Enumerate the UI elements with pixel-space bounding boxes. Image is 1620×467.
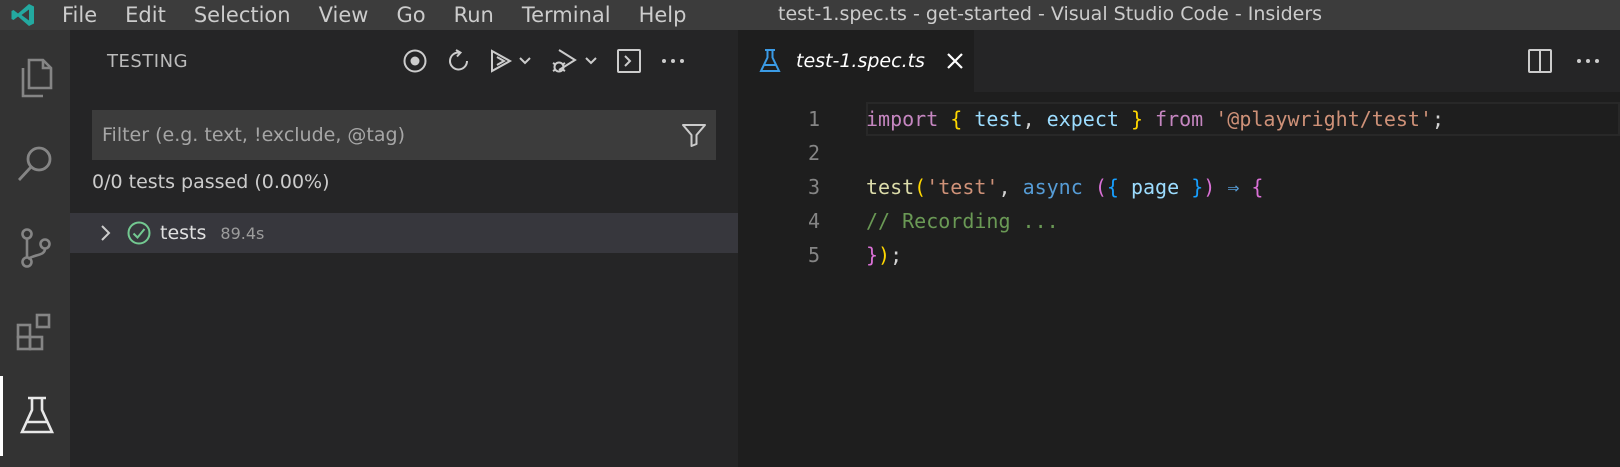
menu-go[interactable]: Go bbox=[382, 0, 439, 30]
menu-edit[interactable]: Edit bbox=[111, 0, 180, 30]
menu-view[interactable]: View bbox=[305, 0, 383, 30]
tree-item-duration: 89.4s bbox=[220, 223, 265, 243]
source-control-icon[interactable] bbox=[0, 208, 70, 288]
code-line: 1 import { test, expect } from '@playwri… bbox=[738, 102, 1620, 136]
filter-icon[interactable] bbox=[672, 110, 716, 160]
token: ( bbox=[914, 175, 927, 199]
test-filter bbox=[92, 110, 716, 160]
sidebar-title: TESTING bbox=[107, 50, 189, 72]
token: ; bbox=[1432, 107, 1445, 131]
token: } bbox=[1191, 175, 1204, 199]
token: { bbox=[1106, 175, 1119, 199]
token: { bbox=[1251, 175, 1264, 199]
code-line: 2 bbox=[738, 136, 1620, 170]
menu-file[interactable]: File bbox=[46, 0, 111, 30]
tab-test-1-spec[interactable]: test-1.spec.ts bbox=[738, 30, 974, 92]
menu-run[interactable]: Run bbox=[440, 0, 508, 30]
code-comment: // Recording ... bbox=[866, 209, 1059, 233]
vscode-logo-icon bbox=[0, 0, 46, 30]
editor-tab-bar: test-1.spec.ts bbox=[738, 30, 1620, 92]
split-editor-icon[interactable] bbox=[1516, 44, 1564, 78]
menu-selection[interactable]: Selection bbox=[180, 0, 305, 30]
token: page bbox=[1130, 175, 1180, 199]
token: 'test' bbox=[926, 175, 999, 199]
token: { bbox=[950, 107, 963, 131]
line-number: 3 bbox=[807, 175, 820, 199]
record-icon[interactable] bbox=[398, 44, 432, 78]
token: , bbox=[998, 175, 1011, 199]
editor-actions bbox=[1516, 44, 1612, 78]
test-file-flask-icon bbox=[756, 48, 784, 74]
token: async bbox=[1022, 175, 1083, 199]
more-actions-icon[interactable] bbox=[656, 44, 690, 78]
editor-more-actions-icon[interactable] bbox=[1564, 44, 1612, 78]
testing-flask-icon[interactable] bbox=[0, 376, 70, 456]
line-number: 4 bbox=[807, 209, 820, 233]
token: test bbox=[974, 107, 1023, 131]
code-editor[interactable]: 1 import { test, expect } from '@playwri… bbox=[738, 92, 1620, 467]
line-number: 2 bbox=[807, 141, 820, 165]
run-all-tests-icon[interactable] bbox=[486, 44, 536, 78]
refresh-icon[interactable] bbox=[442, 44, 476, 78]
window-title: test-1.spec.ts - get-started - Visual St… bbox=[778, 3, 1323, 25]
filter-input[interactable] bbox=[92, 110, 672, 160]
line-number: 1 bbox=[807, 107, 820, 131]
token: test bbox=[866, 175, 915, 199]
menu-help[interactable]: Help bbox=[625, 0, 701, 30]
test-summary: 0/0 tests passed (0.00%) bbox=[92, 171, 330, 193]
code-text: test('test', async ({ page }) ⇒ { bbox=[866, 175, 1263, 199]
token: from bbox=[1155, 107, 1204, 131]
title-bar: File Edit Selection View Go Run Terminal… bbox=[0, 0, 1620, 30]
token: ) bbox=[1203, 175, 1216, 199]
token: } bbox=[866, 243, 879, 267]
chevron-right-icon[interactable] bbox=[90, 222, 120, 244]
code-line: 3 test('test', async ({ page }) ⇒ { bbox=[738, 170, 1620, 204]
activity-bar bbox=[0, 30, 70, 467]
debug-all-tests-icon[interactable] bbox=[546, 44, 602, 78]
passed-check-icon bbox=[124, 220, 154, 246]
close-icon[interactable] bbox=[941, 47, 969, 75]
token: ( bbox=[1094, 175, 1107, 199]
token: , bbox=[1022, 107, 1035, 131]
token: ) bbox=[878, 243, 891, 267]
token: } bbox=[1130, 107, 1143, 131]
token: import bbox=[866, 107, 939, 131]
menu-bar: File Edit Selection View Go Run Terminal… bbox=[46, 0, 700, 30]
show-output-icon[interactable] bbox=[612, 44, 646, 78]
menu-terminal[interactable]: Terminal bbox=[508, 0, 625, 30]
token: ; bbox=[890, 243, 903, 267]
search-icon[interactable] bbox=[0, 124, 70, 204]
extensions-icon[interactable] bbox=[0, 292, 70, 372]
files-icon[interactable] bbox=[0, 38, 70, 118]
code-text: }); bbox=[866, 243, 902, 267]
sidebar-toolbar bbox=[398, 44, 700, 78]
token: expect bbox=[1046, 107, 1119, 131]
testing-sidebar: TESTING Filter (e.g. text, !exclude, @ta… bbox=[70, 30, 738, 467]
line-number: 5 bbox=[807, 243, 820, 267]
token: ⇒ bbox=[1227, 175, 1240, 199]
test-tree-item-tests[interactable]: tests 89.4s bbox=[70, 213, 738, 253]
tree-item-label: tests bbox=[160, 222, 207, 244]
code-line: 5 }); bbox=[738, 238, 1620, 272]
tab-label: test-1.spec.ts bbox=[796, 50, 925, 72]
code-text: import { test, expect } from '@playwrigh… bbox=[866, 107, 1444, 131]
code-line: 4 // Recording ... bbox=[738, 204, 1620, 238]
token: '@playwright/test' bbox=[1215, 107, 1433, 131]
